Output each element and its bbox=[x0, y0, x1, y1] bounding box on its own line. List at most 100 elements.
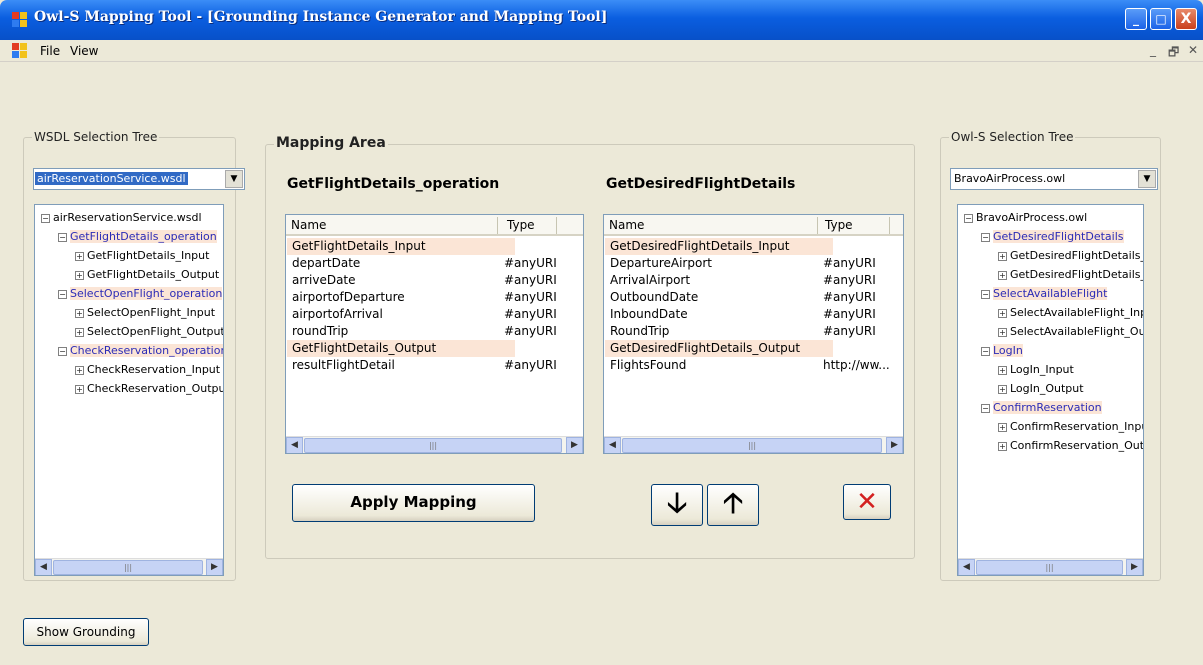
collapse-icon[interactable]: − bbox=[964, 213, 973, 223]
list-group-row[interactable]: GetDesiredFlightDetails_Output bbox=[605, 340, 833, 357]
minimize-button[interactable]: _ bbox=[1125, 8, 1147, 30]
list-item[interactable]: DepartureAirport #anyURI bbox=[605, 255, 876, 272]
list-item[interactable]: RoundTrip #anyURI bbox=[605, 323, 876, 340]
tree-node[interactable]: − BravoAirProcess.owl bbox=[964, 209, 1087, 226]
owls-combo[interactable]: BravoAirProcess.owl ▼ bbox=[950, 168, 1158, 190]
chevron-down-icon[interactable]: ▼ bbox=[1138, 170, 1156, 188]
wsdl-parameter-list[interactable]: Name Type ◀ ||| ▶ GetFlightDetails_Input… bbox=[285, 214, 584, 454]
scroll-left-icon[interactable]: ◀ bbox=[604, 437, 621, 453]
scroll-right-icon[interactable]: ▶ bbox=[886, 437, 903, 453]
owls-tree[interactable]: ◀ ||| ▶ − BravoAirProcess.owl − GetDesiredF… bbox=[957, 204, 1144, 576]
tree-node[interactable]: − LogIn bbox=[981, 342, 1023, 359]
list-item[interactable]: arriveDate #anyURI bbox=[287, 272, 557, 289]
expand-icon[interactable]: + bbox=[75, 327, 84, 337]
expand-icon[interactable]: + bbox=[998, 441, 1007, 451]
column-type-header[interactable]: Type bbox=[507, 218, 535, 232]
expand-icon[interactable]: + bbox=[998, 308, 1007, 318]
collapse-icon[interactable]: − bbox=[981, 346, 990, 356]
right-list-hscroll[interactable]: ◀ ||| ▶ bbox=[604, 436, 903, 453]
tree-node[interactable]: +SelectAvailableFlight_Output bbox=[998, 323, 1143, 340]
expand-icon[interactable]: + bbox=[998, 422, 1007, 432]
list-item[interactable]: resultFlightDetail #anyURI bbox=[287, 357, 557, 374]
tree-node[interactable]: − ConfirmReservation bbox=[981, 399, 1102, 416]
menu-view[interactable]: View bbox=[70, 44, 98, 58]
owls-tree-hscroll[interactable]: ◀ ||| ▶ bbox=[958, 558, 1143, 575]
collapse-icon[interactable]: − bbox=[981, 403, 990, 413]
expand-icon[interactable]: + bbox=[998, 327, 1007, 337]
title-bar[interactable]: Owl-S Mapping Tool - [Grounding Instance… bbox=[0, 0, 1203, 40]
scroll-thumb[interactable]: ||| bbox=[304, 438, 562, 453]
collapse-icon[interactable]: − bbox=[41, 213, 50, 223]
list-item[interactable]: departDate #anyURI bbox=[287, 255, 557, 272]
tree-node[interactable]: +ConfirmReservation_Output bbox=[998, 437, 1143, 454]
menu-file[interactable]: File bbox=[40, 44, 60, 58]
wsdl-tree-hscroll[interactable]: ◀ ||| ▶ bbox=[35, 558, 223, 575]
scroll-right-icon[interactable]: ▶ bbox=[566, 437, 583, 453]
show-grounding-button[interactable]: Show Grounding bbox=[23, 618, 149, 646]
tree-node[interactable]: + CheckReservation_Input bbox=[75, 361, 220, 378]
tree-node[interactable]: − GetFlightDetails_operation bbox=[58, 228, 217, 245]
owls-parameter-list[interactable]: Name Type ◀ ||| ▶ GetDesiredFlightDetail… bbox=[603, 214, 904, 454]
list-item[interactable]: airportofDeparture #anyURI bbox=[287, 289, 557, 306]
expand-icon[interactable]: + bbox=[75, 251, 84, 261]
collapse-icon[interactable]: − bbox=[58, 232, 67, 242]
column-name-header[interactable]: Name bbox=[609, 218, 644, 232]
tree-node[interactable]: + SelectOpenFlight_Output bbox=[75, 323, 223, 340]
mdi-minimize-icon[interactable]: _ bbox=[1150, 43, 1156, 57]
tree-node[interactable]: + CheckReservation_Output bbox=[75, 380, 223, 397]
expand-icon[interactable]: + bbox=[998, 384, 1007, 394]
collapse-icon[interactable]: − bbox=[981, 232, 990, 242]
column-type-header[interactable]: Type bbox=[825, 218, 853, 232]
list-item[interactable]: OutboundDate #anyURI bbox=[605, 289, 876, 306]
tree-node[interactable]: − GetDesiredFlightDetails bbox=[981, 228, 1124, 245]
list-item[interactable]: FlightsFound http://ww... bbox=[605, 357, 890, 374]
close-button[interactable]: X bbox=[1175, 8, 1197, 30]
tree-node[interactable]: + SelectAvailableFlight_Input bbox=[998, 304, 1143, 321]
list-group-row[interactable]: GetFlightDetails_Input bbox=[287, 238, 515, 255]
expand-icon[interactable]: + bbox=[75, 308, 84, 318]
tree-node[interactable]: − SelectAvailableFlight bbox=[981, 285, 1108, 302]
move-down-button[interactable]: 🡣 bbox=[651, 484, 703, 526]
tree-node[interactable]: + SelectOpenFlight_Input bbox=[75, 304, 215, 321]
expand-icon[interactable]: + bbox=[998, 365, 1007, 375]
tree-node[interactable]: + LogIn_Input bbox=[998, 361, 1074, 378]
list-group-row[interactable]: GetDesiredFlightDetails_Input bbox=[605, 238, 833, 255]
chevron-down-icon[interactable]: ▼ bbox=[225, 170, 243, 188]
list-item[interactable]: ArrivalAirport #anyURI bbox=[605, 272, 876, 289]
tree-node[interactable]: − SelectOpenFlight_operation bbox=[58, 285, 223, 302]
list-item[interactable]: InboundDate #anyURI bbox=[605, 306, 876, 323]
column-name-header[interactable]: Name bbox=[291, 218, 326, 232]
apply-mapping-button[interactable]: Apply Mapping bbox=[292, 484, 535, 522]
wsdl-combo[interactable]: airReservationService.wsdl ▼ bbox=[33, 168, 245, 190]
scroll-thumb[interactable]: ||| bbox=[53, 560, 203, 575]
scroll-left-icon[interactable]: ◀ bbox=[35, 559, 52, 575]
maximize-button[interactable]: □ bbox=[1150, 8, 1172, 30]
scroll-thumb[interactable]: ||| bbox=[622, 438, 882, 453]
tree-node[interactable]: +GetDesiredFlightDetails_Input bbox=[998, 247, 1143, 264]
list-item[interactable]: roundTrip #anyURI bbox=[287, 323, 557, 340]
remove-mapping-button[interactable]: ✕ bbox=[843, 484, 891, 520]
tree-node[interactable]: + ConfirmReservation_Input bbox=[998, 418, 1143, 435]
tree-node[interactable]: − CheckReservation_operation bbox=[58, 342, 223, 359]
mdi-close-icon[interactable]: ✕ bbox=[1188, 43, 1198, 57]
tree-node[interactable]: + GetFlightDetails_Input bbox=[75, 247, 209, 264]
expand-icon[interactable]: + bbox=[998, 251, 1007, 261]
mdi-restore-icon[interactable]: 🗗 bbox=[1168, 43, 1179, 64]
collapse-icon[interactable]: − bbox=[58, 346, 67, 356]
left-list-hscroll[interactable]: ◀ ||| ▶ bbox=[286, 436, 583, 453]
move-up-button[interactable]: 🡡 bbox=[707, 484, 759, 526]
list-group-row[interactable]: GetFlightDetails_Output bbox=[287, 340, 515, 357]
tree-node[interactable]: +GetDesiredFlightDetails_Output bbox=[998, 266, 1143, 283]
expand-icon[interactable]: + bbox=[75, 270, 84, 280]
collapse-icon[interactable]: − bbox=[981, 289, 990, 299]
tree-node[interactable]: − airReservationService.wsdl bbox=[41, 209, 202, 226]
scroll-right-icon[interactable]: ▶ bbox=[1126, 559, 1143, 575]
expand-icon[interactable]: + bbox=[75, 365, 84, 375]
wsdl-tree[interactable]: ◀ ||| ▶ − airReservationService.wsdl − GetF… bbox=[34, 204, 224, 576]
list-item[interactable]: airportofArrival #anyURI bbox=[287, 306, 557, 323]
tree-node[interactable]: + LogIn_Output bbox=[998, 380, 1084, 397]
scroll-thumb[interactable]: ||| bbox=[976, 560, 1123, 575]
scroll-right-icon[interactable]: ▶ bbox=[206, 559, 223, 575]
expand-icon[interactable]: + bbox=[998, 270, 1007, 280]
scroll-left-icon[interactable]: ◀ bbox=[958, 559, 975, 575]
